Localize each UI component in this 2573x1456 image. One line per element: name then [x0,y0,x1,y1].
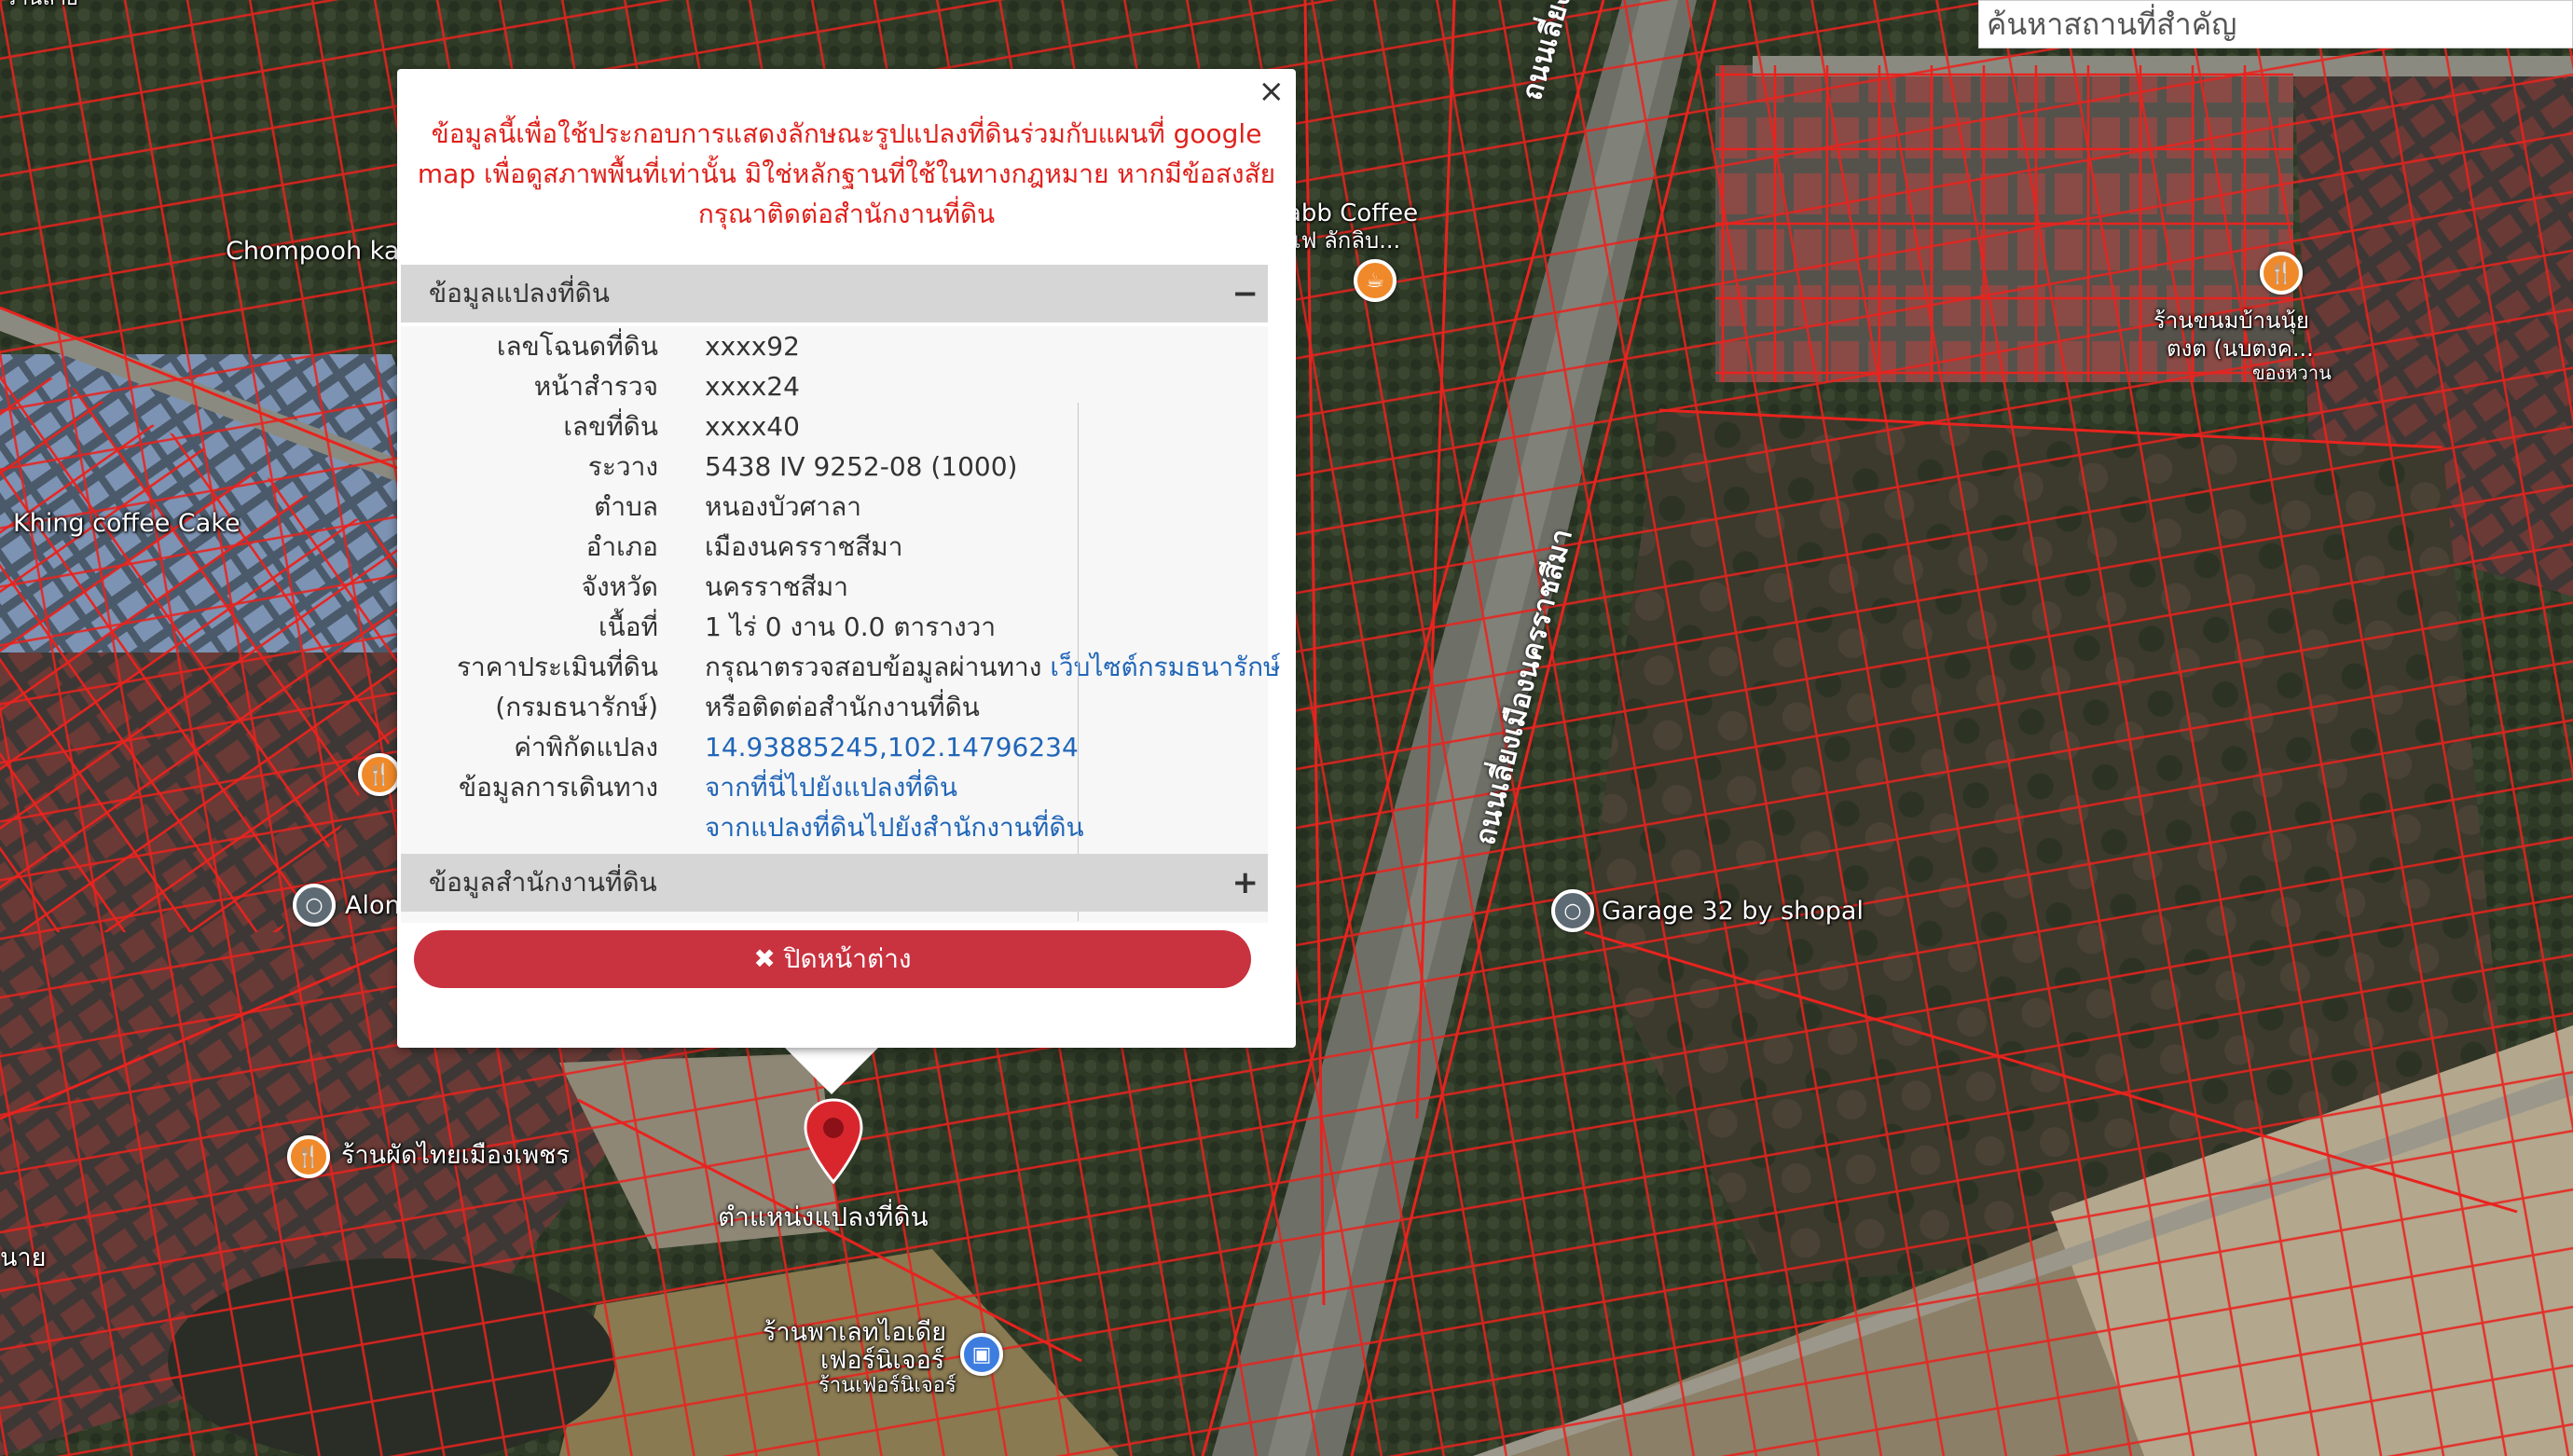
table-row: หน้าสำรวจ xxxx24 [401,366,1268,406]
treasury-website-link[interactable]: เว็บไซต์กรมธนารักษ์ [1050,652,1280,682]
poi-place-icon-alon[interactable]: ○ [293,884,336,927]
directions-to-office-link[interactable]: จากแปลงที่ดินไปยังสำนักงานที่ดิน [705,807,1084,847]
row-value: นครราชสีมา [705,571,848,602]
table-row-price-2: (กรมธนารักษ์) หรือติดต่อสำนักงานที่ดิน [401,687,1268,727]
marker-label: ตำแหน่งแปลงที่ดิน [718,1202,929,1232]
table-row-coordinates: ค่าพิกัดแปลง 14.93885245,102.14796234 [401,727,1268,767]
row-key: เนื้อที่ [599,611,658,642]
row-value: เมืองนครราชสีมา [705,531,903,562]
coordinates-link[interactable]: 14.93885245,102.14796234 [705,727,1079,767]
table-row: ตำบล หนองบัวศาลา [401,487,1268,527]
expand-icon[interactable]: + [1232,854,1259,912]
collapse-icon[interactable]: − [1232,265,1259,323]
row-value: xxxx40 [705,411,800,442]
price-key: ราคาประเมินที่ดิน [456,652,658,682]
map-label-chompooh[interactable]: Chompooh ka [226,237,399,267]
table-row-travel: ข้อมูลการเดินทาง จากที่นี่ไปยังแปลงที่ดิ… [401,767,1268,807]
price-text-2: หรือติดต่อสำนักงานที่ดิน [705,692,980,722]
search-input[interactable] [1978,0,2573,48]
row-key: หน้าสำรวจ [533,371,658,402]
office-panel-header[interactable]: ข้อมูลสำนักงานที่ดิน + [401,854,1268,912]
row-key: ระวาง [587,451,658,482]
map-label-furniture[interactable]: ร้านพาเลทไอเดีย [763,1318,946,1348]
land-panel-header[interactable]: ข้อมูลแปลงที่ดิน − [401,265,1268,323]
table-row: เนื้อที่ 1 ไร่ 0 งาน 0.0 ตารางวา [401,607,1268,647]
table-divider [1078,403,1079,921]
map-label-village-shop-sub2: ของหวาน [2252,362,2332,384]
map-label-abb-coffee[interactable]: abb Coffee [1286,199,1418,228]
popup-tip [783,1046,880,1094]
table-row: จังหวัด นครราชสีมา [401,567,1268,607]
table-row: เลขโฉนดที่ดิน xxxx92 [401,326,1268,366]
land-info-table: เลขโฉนดที่ดิน xxxx92 หน้าสำรวจ xxxx24 เล… [401,326,1281,923]
map-label-village-shop-sub: ตงต (นบตงค... [2167,336,2314,362]
map-label-thai-restaurant[interactable]: ร้านผัดไทยเมืองเพชร [341,1141,570,1171]
price-key-2: (กรมธนารักษ์) [495,692,658,722]
map-label-village-shop[interactable]: ร้านขนมบ้านนุ้ย [2153,308,2309,335]
table-row-travel-2: จากแปลงที่ดินไปยังสำนักงานที่ดิน [401,807,1268,847]
land-panel-title: ข้อมูลแปลงที่ดิน [429,278,611,309]
coord-key: ค่าพิกัดแปลง [514,732,658,762]
office-panel-title: ข้อมูลสำนักงานที่ดิน [429,867,657,898]
row-key: เลขโฉนดที่ดิน [496,331,658,362]
poi-food-icon[interactable]: 🍴 [2260,252,2303,295]
table-row: อำเภอ เมืองนครราชสีมา [401,527,1268,567]
map-label-edge-left: นาย [0,1243,47,1272]
map-label-garage[interactable]: Garage 32 by shopal [1602,897,1864,927]
table-row: ระวาง 5438 IV 9252-08 (1000) [401,446,1268,487]
map-label-abb-coffee-sub: แฟ ลักลิบ... [1286,227,1401,254]
poi-shop-icon[interactable]: ▣ [960,1333,1003,1376]
travel-key: ข้อมูลการเดินทาง [458,772,658,803]
map-label-furniture-sub: เฟอร์นิเจอร์ [820,1346,945,1375]
poi-coffee-icon[interactable]: ☕ [1354,259,1397,302]
directions-to-parcel-link[interactable]: จากที่นี่ไปยังแปลงที่ดิน [705,767,957,807]
table-row-price: ราคาประเมินที่ดิน กรุณาตรวจสอบข้อมูลผ่าน… [401,647,1281,687]
map-label-top-left: ร้านลาย [6,0,78,11]
poi-food-icon-left[interactable]: 🍴 [358,753,401,796]
row-value: หนองบัวศาลา [705,491,861,522]
row-value: 1 ไร่ 0 งาน 0.0 ตารางวา [705,611,997,642]
poi-restaurant-icon[interactable]: 🍴 [287,1135,330,1178]
map-label-alon[interactable]: Alon [345,891,401,921]
row-key: เลขที่ดิน [563,411,658,442]
row-value: 5438 IV 9252-08 (1000) [705,451,1018,482]
row-key: ตำบล [594,491,658,522]
row-value: xxxx92 [705,331,800,362]
table-row: เลขที่ดิน xxxx40 [401,406,1268,446]
land-info-popup: × ข้อมูลนี้เพื่อใช้ประกอบการแสดงลักษณะรู… [397,69,1296,1048]
close-window-button[interactable]: ✖ ปิดหน้าต่าง [414,930,1251,988]
price-text: กรุณาตรวจสอบข้อมูลผ่านทาง [705,652,1042,682]
land-parcel-marker-icon[interactable] [802,1098,865,1184]
map-label-khing-coffee[interactable]: Khing coffee Cake [13,509,241,539]
row-key: อำเภอ [585,531,658,562]
close-icon[interactable]: × [1259,73,1286,110]
map-label-furniture-sub2: ร้านเฟอร์นิเจอร์ [819,1374,956,1397]
disclaimer-text: ข้อมูลนี้เพื่อใช้ประกอบการแสดงลักษณะรูปแ… [417,118,1276,229]
poi-garage-icon[interactable]: ○ [1551,889,1594,932]
row-key: จังหวัด [581,571,658,602]
row-value: xxxx24 [705,371,800,402]
